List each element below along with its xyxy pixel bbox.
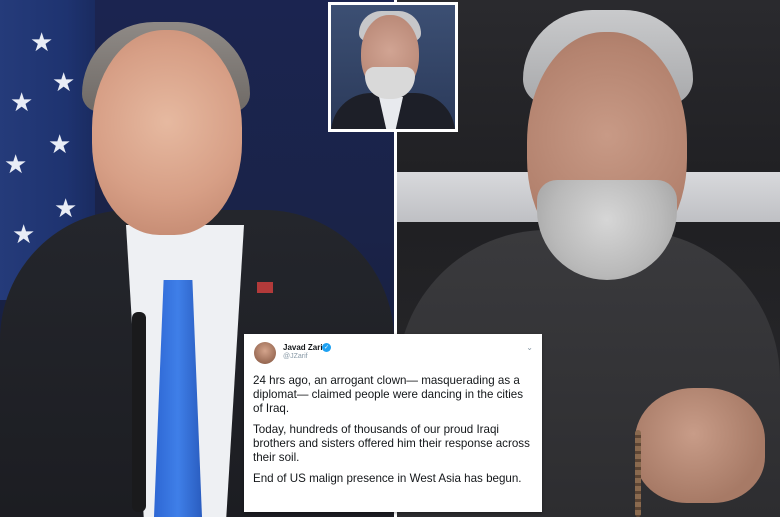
left-person-face <box>92 30 242 235</box>
chevron-down-icon[interactable]: ⌄ <box>526 343 533 352</box>
flag-star: ★ <box>30 28 54 58</box>
flag-star: ★ <box>54 194 78 224</box>
tweet-header: Javad Zarif ✓ @JZarif ⌄ <box>253 340 533 366</box>
tweet-paragraph: Today, hundreds of thousands of our prou… <box>253 423 530 464</box>
flag-star: ★ <box>4 150 28 180</box>
flag-star: ★ <box>52 68 76 98</box>
flag-pin <box>257 282 273 293</box>
inset-photo-image <box>331 5 455 129</box>
microphone <box>132 312 146 512</box>
tweet-author-name[interactable]: Javad Zarif <box>283 343 325 352</box>
tweet-author-handle[interactable]: @JZarif <box>283 353 308 360</box>
verified-badge-icon: ✓ <box>322 343 331 352</box>
inset-photo <box>328 2 458 132</box>
tweet-paragraph: End of US malign presence in West Asia h… <box>253 472 522 485</box>
flag-star: ★ <box>10 88 34 118</box>
right-person-hands <box>635 388 765 503</box>
flag-star: ★ <box>48 130 72 160</box>
flag-star: ★ <box>12 220 36 250</box>
tweet-paragraph: 24 hrs ago, an arrogant clown— masquerad… <box>253 374 524 415</box>
avatar[interactable] <box>254 342 276 364</box>
prayer-beads <box>635 430 641 517</box>
tweet-card: Javad Zarif ✓ @JZarif ⌄ 24 hrs ago, an a… <box>244 334 542 512</box>
